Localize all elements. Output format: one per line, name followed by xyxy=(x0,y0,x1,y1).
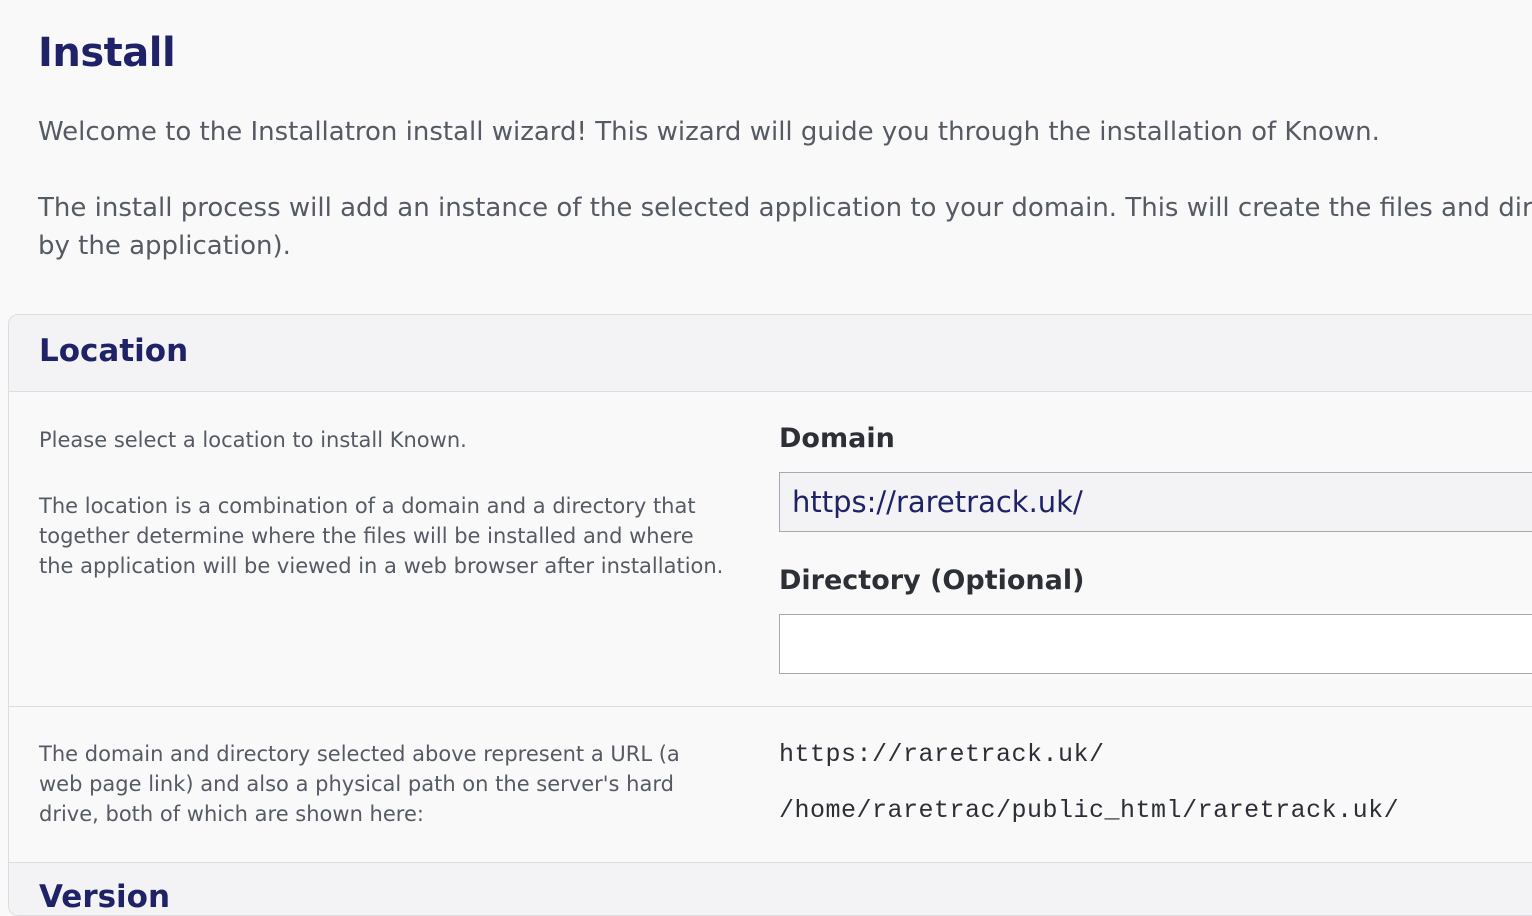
directory-label: Directory (Optional) xyxy=(779,565,1085,596)
directory-input[interactable] xyxy=(780,615,1532,673)
domain-select[interactable]: https://raretrack.uk/ xyxy=(779,472,1532,532)
directory-field[interactable] xyxy=(779,614,1532,674)
location-heading: Location xyxy=(39,333,189,369)
location-explanation: The location is a combination of a domai… xyxy=(39,494,724,578)
install-path: /home/raretrac/public_html/raretrack.uk/ xyxy=(779,796,1400,825)
section-divider xyxy=(9,706,1532,707)
domain-value: https://raretrack.uk/ xyxy=(792,485,1083,519)
page-title: Install xyxy=(38,30,176,76)
domain-label: Domain xyxy=(779,423,895,454)
install-process-text: The install process will add an instance… xyxy=(38,193,1532,261)
location-header: Location xyxy=(9,315,1532,392)
location-instruction: Please select a location to install Know… xyxy=(39,428,467,452)
version-header: Version xyxy=(9,863,1532,915)
url-path-explanation: The domain and directory selected above … xyxy=(39,742,680,826)
location-panel: Location Please select a location to ins… xyxy=(8,314,1532,916)
intro-text: Welcome to the Installatron install wiza… xyxy=(38,117,1380,147)
version-heading: Version xyxy=(39,879,171,915)
install-url: https://raretrack.uk/ xyxy=(779,740,1105,769)
